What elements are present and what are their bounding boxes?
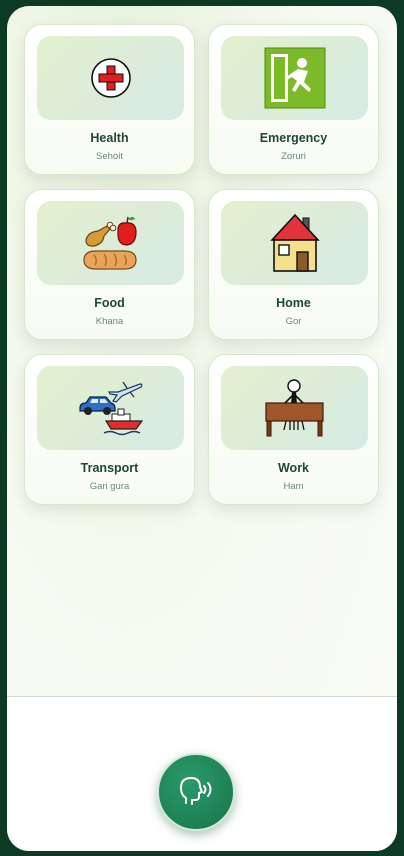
category-tile [37, 201, 184, 285]
speak-button[interactable] [157, 753, 235, 831]
category-tile [221, 201, 368, 285]
category-label: Emergency [259, 131, 328, 145]
transport-icon [78, 381, 143, 436]
health-cross-icon [90, 58, 131, 98]
category-translation: Sehoit [96, 151, 123, 162]
category-label: Work [277, 461, 310, 475]
work-icon [264, 379, 324, 437]
category-translation: Ham [283, 481, 304, 492]
category-card-home[interactable]: Home Gor [208, 189, 379, 340]
category-label: Home [276, 296, 311, 310]
category-grid: Health Sehoit Emergency Zoruri Food Khan… [24, 24, 380, 505]
category-label: Health [90, 131, 129, 145]
category-card-emergency[interactable]: Emergency Zoruri [208, 24, 379, 175]
app-screen: Health Sehoit Emergency Zoruri Food Khan… [7, 6, 397, 851]
category-tile [37, 36, 184, 120]
category-tile [37, 366, 184, 450]
category-translation: Khana [95, 316, 124, 327]
category-tile [221, 36, 368, 120]
house-icon [269, 213, 320, 272]
category-label: Transport [80, 461, 139, 475]
category-card-work[interactable]: Work Ham [208, 354, 379, 505]
category-tile [221, 366, 368, 450]
category-label: Food [94, 296, 125, 310]
category-card-transport[interactable]: Transport Gari gura [24, 354, 195, 505]
speaking-head-icon [180, 777, 212, 805]
category-translation: Zoruri [281, 151, 306, 162]
emergency-exit-icon [264, 47, 325, 109]
category-card-food[interactable]: Food Khana [24, 189, 195, 340]
category-card-health[interactable]: Health Sehoit [24, 24, 195, 175]
category-translation: Gari gura [89, 481, 130, 492]
food-icon [82, 216, 137, 270]
category-translation: Gor [285, 316, 302, 327]
